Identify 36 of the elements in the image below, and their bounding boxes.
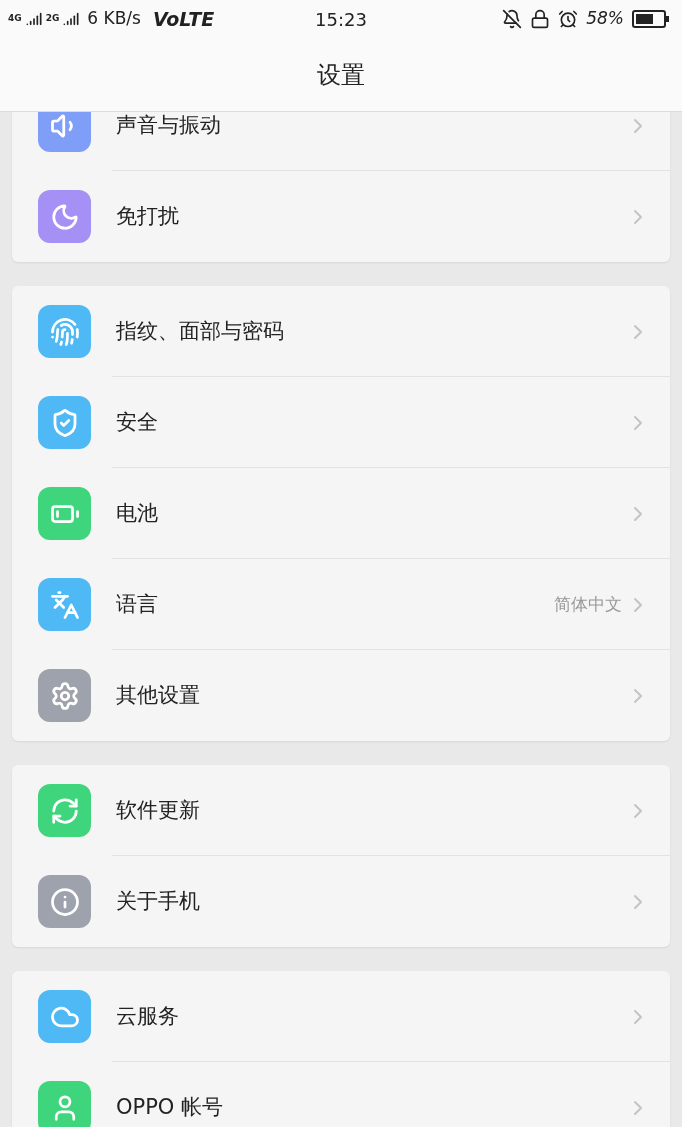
row-label: 安全 xyxy=(116,408,158,436)
row-label: 免打扰 xyxy=(116,202,179,230)
muted-bell-icon xyxy=(502,9,523,29)
network-label: 4G xyxy=(8,12,22,26)
network-label: 2G xyxy=(45,12,60,26)
clock-time: 15:23 xyxy=(315,7,367,32)
volte-label: VoLTE xyxy=(152,6,215,32)
row-label: 软件更新 xyxy=(116,796,200,824)
row-label: 云服务 xyxy=(116,1002,179,1030)
row-label: 其他设置 xyxy=(116,681,200,709)
settings-row[interactable]: OPPO 帐号 xyxy=(12,1062,670,1127)
signal-icon xyxy=(25,11,42,27)
settings-row[interactable]: 云服务 xyxy=(12,971,670,1062)
settings-row[interactable]: 电池 xyxy=(12,468,670,559)
alarm-icon xyxy=(558,9,579,29)
rotation-lock-icon xyxy=(530,9,551,29)
settings-row[interactable]: 语言 简体中文 xyxy=(12,559,670,650)
row-value: 简体中文 xyxy=(554,592,622,616)
settings-row[interactable]: 免打扰 xyxy=(12,171,670,262)
row-label: 声音与振动 xyxy=(116,112,221,139)
row-label: 电池 xyxy=(116,499,158,527)
row-label: 语言 xyxy=(116,590,158,618)
signal-icon xyxy=(63,11,80,27)
settings-row[interactable]: 其他设置 xyxy=(12,650,670,741)
battery-icon xyxy=(632,10,670,28)
network-speed: 6 KB/s xyxy=(87,7,141,31)
settings-row[interactable]: 关于手机 xyxy=(12,856,670,947)
row-label: OPPO 帐号 xyxy=(116,1093,224,1121)
battery-percent: 58% xyxy=(586,7,624,31)
settings-row[interactable]: 安全 xyxy=(12,377,670,468)
page-title: 设置 xyxy=(317,59,365,91)
settings-row[interactable]: 声音与振动 xyxy=(12,112,670,171)
settings-row[interactable]: 指纹、面部与密码 xyxy=(12,286,670,377)
settings-row[interactable]: 软件更新 xyxy=(12,765,670,856)
row-label: 指纹、面部与密码 xyxy=(116,317,284,345)
row-label: 关于手机 xyxy=(116,887,200,915)
